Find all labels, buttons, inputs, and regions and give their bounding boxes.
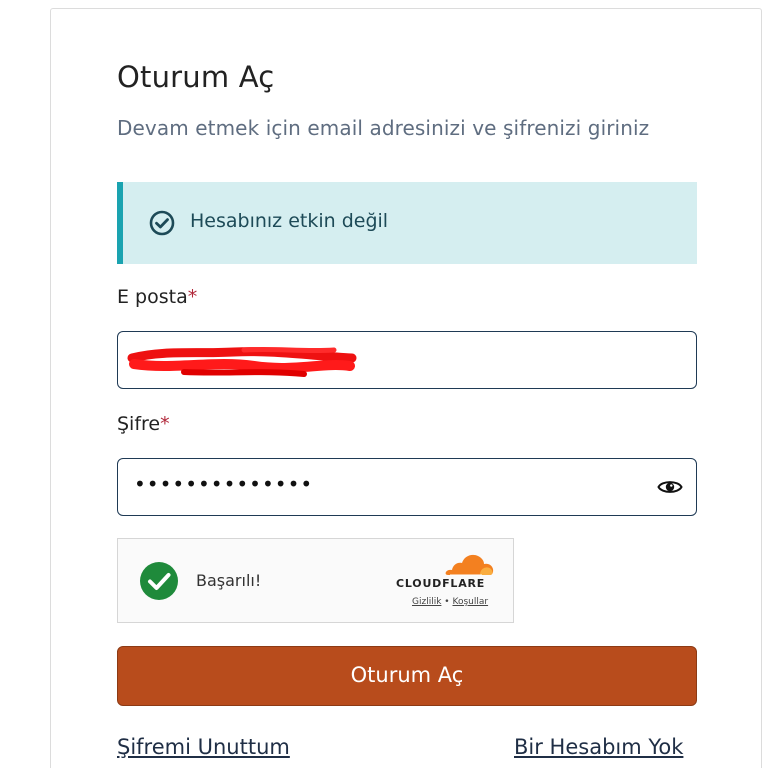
- link-separator: •: [444, 597, 450, 607]
- eye-icon[interactable]: [657, 475, 683, 499]
- captcha-links: Gizlilik • Koşullar: [412, 597, 488, 607]
- captcha-status-text: Başarılı!: [196, 571, 262, 590]
- cloudflare-wordmark: CLOUDFLARE: [396, 577, 486, 590]
- alert-message: Hesabınız etkin değil: [190, 210, 389, 232]
- cloudflare-cloud-logo: [445, 554, 494, 576]
- no-account-link[interactable]: Bir Hesabım Yok: [514, 735, 683, 759]
- sign-in-button[interactable]: Oturum Aç: [117, 646, 697, 706]
- password-field[interactable]: ••••••••••••••: [117, 458, 697, 516]
- account-status-alert: Hesabınız etkin değil: [117, 182, 697, 264]
- page-subtitle: Devam etmek için email adresinizi ve şif…: [117, 116, 650, 140]
- cloudflare-captcha-widget[interactable]: Başarılı! CLOUDFLARE Gizlilik • Koşullar: [117, 538, 514, 623]
- email-field[interactable]: [117, 331, 697, 389]
- required-mark: *: [160, 413, 170, 435]
- password-label-text: Şifre: [117, 413, 161, 435]
- password-label: Şifre*: [117, 413, 170, 435]
- password-value: ••••••••••••••: [134, 472, 314, 496]
- page-title: Oturum Aç: [117, 60, 275, 94]
- required-mark: *: [187, 286, 198, 308]
- redacted-email-value: [127, 346, 357, 377]
- login-page: Oturum Aç Devam etmek için email adresin…: [0, 0, 768, 768]
- check-circle-icon: [149, 210, 175, 236]
- terms-link[interactable]: Koşullar: [452, 597, 488, 607]
- privacy-link[interactable]: Gizlilik: [412, 597, 441, 607]
- success-check-icon: [140, 562, 178, 600]
- email-label: E posta*: [117, 286, 197, 308]
- forgot-password-link[interactable]: Şifremi Unuttum: [117, 735, 290, 759]
- email-label-text: E posta: [117, 286, 188, 308]
